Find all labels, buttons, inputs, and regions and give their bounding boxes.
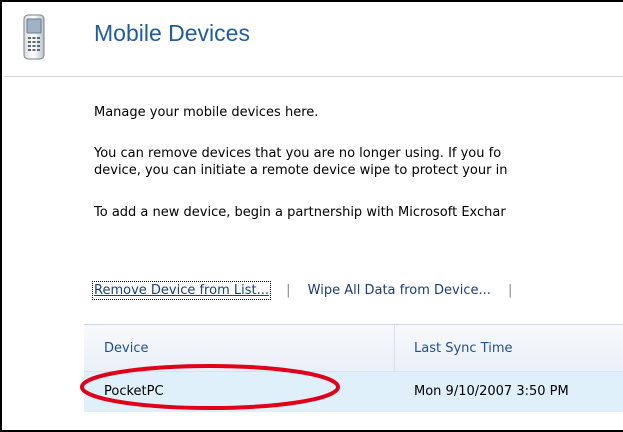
column-divider xyxy=(394,325,395,371)
page-title: Mobile Devices xyxy=(94,20,250,46)
column-header-device[interactable]: Device xyxy=(104,341,148,356)
remove-device-link[interactable]: Remove Device from List... xyxy=(92,281,271,300)
wipe-device-link[interactable]: Wipe All Data from Device... xyxy=(308,283,491,298)
action-separator: | xyxy=(286,283,291,298)
remove-info-line-2: device, you can initiate a remote device… xyxy=(94,163,508,178)
window-frame: Mobile Devices Manage your mobile device… xyxy=(0,0,623,432)
remove-info-line-1: You can remove devices that you are no l… xyxy=(94,146,502,161)
intro-text: Manage your mobile devices here. xyxy=(94,105,319,120)
table-row[interactable]: PocketPC Mon 9/10/2007 3:50 PM xyxy=(84,372,623,412)
mobile-phone-icon xyxy=(23,14,45,60)
action-separator: | xyxy=(508,283,513,298)
header-divider xyxy=(4,76,623,77)
add-device-text: To add a new device, begin a partnership… xyxy=(94,205,506,220)
page-header: Mobile Devices xyxy=(4,4,623,76)
table-header-row: Device Last Sync Time xyxy=(84,325,623,372)
last-sync-cell: Mon 9/10/2007 3:50 PM xyxy=(414,384,569,399)
device-name-cell: PocketPC xyxy=(104,384,164,399)
devices-table: Device Last Sync Time PocketPC Mon 9/10/… xyxy=(84,324,623,430)
device-actions-toolbar: Remove Device from List... | Wipe All Da… xyxy=(92,281,525,300)
column-header-last-sync[interactable]: Last Sync Time xyxy=(414,341,513,356)
